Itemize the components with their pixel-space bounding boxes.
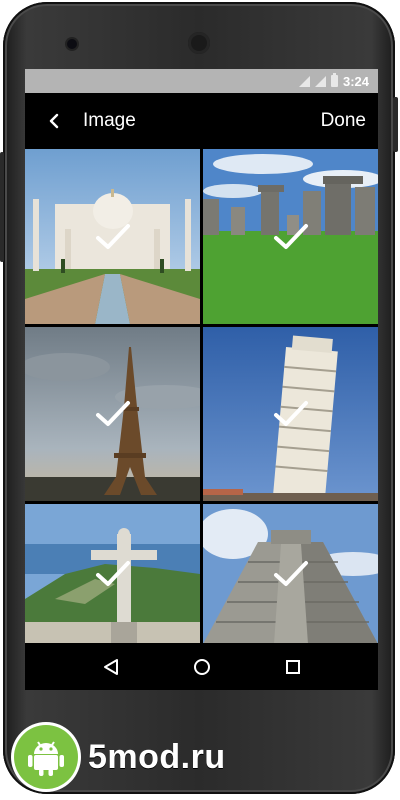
status-bar: 3:24 [25, 69, 378, 93]
selected-check-icon [95, 561, 130, 586]
triangle-back-icon [103, 658, 118, 675]
square-recents-icon [285, 659, 300, 674]
battery-icon [330, 73, 338, 87]
navigation-bar [25, 643, 378, 690]
image-chichen-itza-pyramid[interactable] [203, 504, 378, 644]
watermark-text: 5mod.ru [88, 737, 226, 776]
nav-home-button[interactable] [190, 655, 214, 679]
volume-button [393, 97, 398, 152]
phone-frame: 3:24 Image Done [0, 2, 398, 794]
android-robot-icon [14, 725, 78, 789]
selected-check-icon [273, 401, 308, 426]
toolbar: Image Done [25, 93, 378, 149]
signal-icon [298, 75, 310, 87]
image-leaning-tower-of-pisa[interactable] [203, 327, 378, 501]
front-camera [67, 39, 77, 49]
screen: 3:24 Image Done [25, 69, 378, 690]
back-button[interactable] [25, 93, 83, 149]
nav-back-button[interactable] [99, 655, 123, 679]
status-time: 3:24 [342, 73, 369, 89]
image-grid [25, 149, 378, 644]
image-taj-mahal[interactable] [25, 149, 200, 324]
image-christ-the-redeemer[interactable] [25, 504, 200, 644]
done-button[interactable]: Done [321, 110, 378, 132]
wifi-icon [314, 75, 326, 87]
image-stonehenge[interactable] [203, 149, 378, 324]
earpiece-speaker [188, 32, 210, 54]
power-button [0, 152, 4, 262]
selected-check-icon [95, 223, 130, 249]
selected-check-icon [273, 223, 308, 249]
watermark: 5mod.ru [14, 722, 226, 792]
nav-recents-button[interactable] [281, 655, 305, 679]
chevron-left-icon [49, 113, 59, 129]
selected-check-icon [273, 561, 308, 586]
page-title: Image [83, 110, 136, 131]
selected-check-icon [95, 401, 130, 426]
image-eiffel-tower[interactable] [25, 327, 200, 501]
circle-home-icon [193, 658, 210, 675]
